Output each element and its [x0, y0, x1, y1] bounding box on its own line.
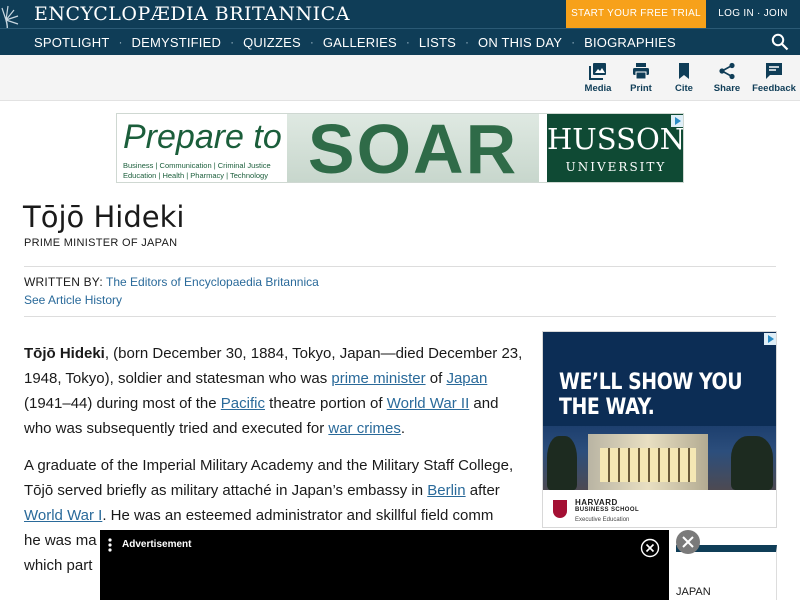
text: after: [465, 482, 500, 499]
main-nav: SPOTLIGHT · DEMYSTIFIED · QUIZZES · GALL…: [34, 29, 676, 55]
ad-programs: Business | Communication | Criminal Just…: [123, 161, 271, 181]
paragraph: Tōjō Hideki, (born December 30, 1884, To…: [24, 341, 524, 441]
nav-quizzes[interactable]: QUIZZES: [243, 35, 301, 50]
school-name: HARVARD: [575, 498, 618, 507]
top-banner-ad[interactable]: Prepare to Business | Communication | Cr…: [116, 113, 684, 183]
nav-separator: ·: [571, 35, 576, 49]
feedback-button[interactable]: Feedback: [749, 62, 799, 94]
text: which part: [24, 557, 93, 574]
adchoices-icon[interactable]: [671, 115, 683, 127]
link-japan[interactable]: Japan: [446, 370, 487, 387]
link-war-crimes[interactable]: war crimes: [328, 420, 401, 437]
share-label: Share: [713, 83, 741, 94]
text: of: [425, 370, 447, 387]
ad-programs-line: Education | Health | Pharmacy | Technolo…: [123, 171, 268, 180]
ad-programs-line: Business | Communication | Criminal Just…: [123, 161, 271, 170]
building-image: [588, 434, 708, 490]
nav-separator: ·: [118, 35, 123, 49]
side-ad-footer: HARVARD BUSINESS SCHOOL Executive Educat…: [543, 490, 776, 527]
side-ad-headline: WE’LL SHOW YOU THE WAY.: [559, 370, 743, 420]
tree-image: [547, 436, 577, 490]
free-trial-button[interactable]: START YOUR FREE TRIAL: [566, 0, 706, 28]
nav-separator: ·: [405, 35, 410, 49]
link-berlin[interactable]: Berlin: [427, 482, 465, 499]
feedback-label: Feedback: [752, 83, 796, 94]
login-join-link[interactable]: LOG IN · JOIN: [706, 0, 800, 28]
ad-headline: Prepare to: [123, 118, 282, 156]
adchoices-icon[interactable]: [764, 333, 776, 345]
ad-brand-panel: HUSSON UNIVERSITY: [547, 114, 684, 182]
share-button[interactable]: Share: [702, 62, 752, 94]
byline: WRITTEN BY: The Editors of Encyclopaedia…: [24, 275, 319, 289]
nav-separator: ·: [465, 35, 470, 49]
text: he was ma: [24, 532, 97, 549]
ad-brand-sub: UNIVERSITY: [565, 160, 667, 174]
school-program: Executive Education: [575, 517, 630, 523]
link-world-war-i[interactable]: World War I: [24, 507, 102, 524]
bottom-overlay-ad[interactable]: Advertisement: [100, 530, 669, 600]
school-name-sub: BUSINESS SCHOOL: [575, 507, 640, 513]
nav-separator: ·: [230, 35, 235, 49]
media-icon: [589, 63, 606, 80]
author-link[interactable]: The Editors of Encyclopaedia Britannica: [106, 275, 319, 289]
ad-soar-word: SOAR: [287, 114, 539, 182]
divider: [24, 266, 776, 267]
link-pacific[interactable]: Pacific: [221, 395, 265, 412]
nav-biographies[interactable]: BIOGRAPHIES: [584, 35, 676, 50]
nav-galleries[interactable]: GALLERIES: [323, 35, 397, 50]
text: theatre portion of: [264, 395, 387, 412]
written-by-label: WRITTEN BY:: [24, 275, 103, 289]
side-ad[interactable]: WE’LL SHOW YOU THE WAY. HARVARD BUSINESS…: [542, 331, 777, 528]
page-title: Tōjō Hideki: [23, 200, 185, 234]
nav-separator: ·: [309, 35, 314, 49]
advertisement-label: Advertisement: [122, 539, 192, 550]
more-options-icon[interactable]: [108, 538, 112, 552]
share-icon: [719, 62, 735, 80]
nav-lists[interactable]: LISTS: [419, 35, 456, 50]
main-nav-bar: SPOTLIGHT · DEMYSTIFIED · QUIZZES · GALL…: [0, 28, 800, 55]
side-ad-headline-line: WE’LL SHOW YOU: [559, 370, 743, 395]
related-card-label: JAPAN: [676, 586, 711, 598]
link-world-war-ii[interactable]: World War II: [387, 395, 470, 412]
close-icon: [682, 536, 694, 548]
side-ad-headline-line: THE WAY.: [559, 395, 655, 420]
article-subject: Tōjō Hideki: [24, 345, 105, 362]
feedback-icon: [766, 63, 782, 79]
brand-name[interactable]: ENCYCLOPÆDIA BRITANNICA: [34, 3, 350, 25]
top-header: ENCYCLOPÆDIA BRITANNICA START YOUR FREE …: [0, 0, 800, 28]
side-ad-photo: [543, 426, 776, 490]
nav-on-this-day[interactable]: ON THIS DAY: [478, 35, 562, 50]
nav-demystified[interactable]: DEMYSTIFIED: [131, 35, 221, 50]
dismiss-ad-button[interactable]: [676, 530, 700, 554]
ad-brand: HUSSON: [547, 122, 684, 156]
close-icon[interactable]: [640, 538, 660, 558]
tree-image: [731, 436, 773, 490]
link-prime-minister[interactable]: prime minister: [331, 370, 425, 387]
text: . He was an esteemed administrator and s…: [102, 507, 494, 524]
print-icon: [633, 63, 649, 80]
bookmark-icon: [679, 63, 689, 79]
text: .: [400, 420, 406, 437]
nav-spotlight[interactable]: SPOTLIGHT: [34, 35, 109, 50]
article-history-link[interactable]: See Article History: [24, 293, 122, 307]
article-toolbar: Media Print Cite Share Feedback: [0, 55, 800, 101]
divider: [24, 316, 776, 317]
page-subtitle: PRIME MINISTER OF JAPAN: [24, 237, 178, 249]
search-icon[interactable]: [771, 33, 789, 51]
text: (1941–44) during most of the: [24, 395, 221, 412]
school-shield-icon: [553, 500, 567, 518]
